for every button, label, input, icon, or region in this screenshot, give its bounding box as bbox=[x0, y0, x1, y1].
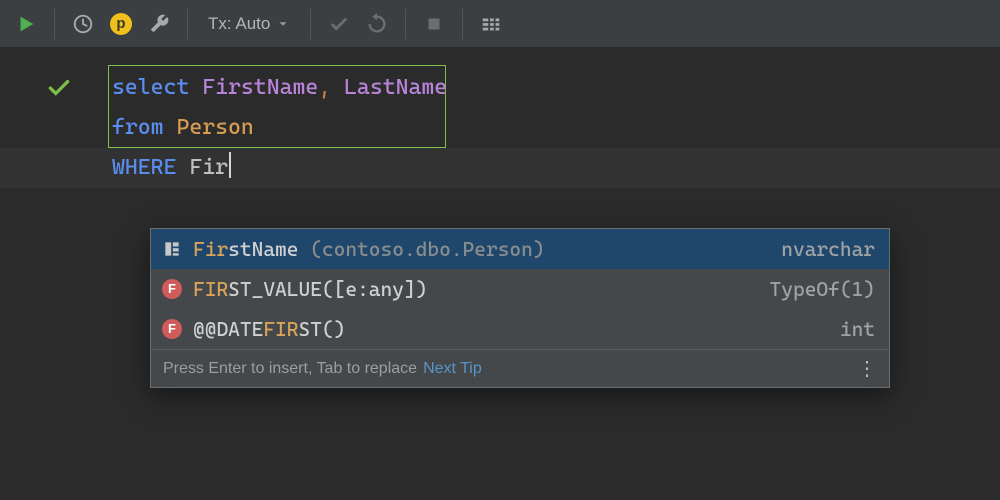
completion-type: TypeOf(1) bbox=[770, 277, 875, 301]
toolbar-separator bbox=[462, 9, 463, 39]
kw-select: select bbox=[112, 75, 189, 100]
gutter bbox=[0, 48, 95, 68]
toolbar-separator bbox=[310, 9, 311, 39]
tx-mode-dropdown[interactable]: Tx: Auto bbox=[198, 15, 300, 32]
more-menu-icon[interactable]: ⋮ bbox=[857, 365, 877, 373]
stop-icon bbox=[423, 13, 445, 35]
code-content[interactable]: select FirstName, LastName from Person W… bbox=[112, 68, 447, 188]
toolbar-separator bbox=[187, 9, 188, 39]
tbl-person: Person bbox=[176, 115, 253, 140]
commit-button bbox=[321, 6, 357, 42]
run-button[interactable] bbox=[8, 6, 44, 42]
rollback-button bbox=[359, 6, 395, 42]
data-view-button[interactable] bbox=[473, 6, 509, 42]
completion-item[interactable]: F FIRST_VALUE([e:any]) TypeOf(1) bbox=[151, 269, 889, 309]
statement-ok-icon bbox=[46, 74, 72, 106]
completion-type: int bbox=[840, 317, 875, 341]
completion-item[interactable]: FirstName (contoso.dbo.Person) nvarchar bbox=[151, 229, 889, 269]
check-icon bbox=[328, 13, 350, 35]
profile-button[interactable]: p bbox=[103, 6, 139, 42]
p-badge-icon: p bbox=[110, 13, 132, 35]
completion-type: nvarchar bbox=[781, 237, 875, 261]
completion-label: FIRST_VALUE([e:any]) bbox=[193, 277, 427, 301]
comma: , bbox=[318, 75, 331, 100]
toolbar: p Tx: Auto bbox=[0, 0, 1000, 48]
col-lastname: LastName bbox=[344, 75, 447, 100]
tx-mode-label: Tx: Auto bbox=[208, 15, 270, 32]
play-icon bbox=[15, 13, 37, 35]
wrench-icon bbox=[148, 13, 170, 35]
chevron-down-icon bbox=[276, 17, 290, 31]
column-icon bbox=[161, 238, 183, 260]
table-icon bbox=[480, 13, 502, 35]
typed-text: Fir bbox=[189, 155, 228, 180]
rollback-icon bbox=[366, 13, 388, 35]
next-tip-link[interactable]: Next Tip bbox=[423, 361, 482, 377]
completion-item[interactable]: F @@DATEFIRST() int bbox=[151, 309, 889, 349]
toolbar-separator bbox=[54, 9, 55, 39]
function-icon: F bbox=[161, 318, 183, 340]
toolbar-separator bbox=[405, 9, 406, 39]
history-button[interactable] bbox=[65, 6, 101, 42]
history-icon bbox=[72, 13, 94, 35]
text-caret bbox=[229, 152, 231, 178]
sql-editor[interactable]: select FirstName, LastName from Person W… bbox=[0, 48, 1000, 68]
completion-label: @@DATEFIRST() bbox=[193, 317, 345, 341]
function-icon: F bbox=[161, 278, 183, 300]
stop-button bbox=[416, 6, 452, 42]
col-firstname: FirstName bbox=[202, 75, 318, 100]
kw-from: from bbox=[112, 115, 164, 140]
completion-hint-bar: Press Enter to insert, Tab to replace Ne… bbox=[151, 349, 889, 387]
kw-where: WHERE bbox=[112, 155, 176, 180]
settings-button[interactable] bbox=[141, 6, 177, 42]
hint-text: Press Enter to insert, Tab to replace bbox=[163, 361, 417, 377]
completion-label: FirstName (contoso.dbo.Person) bbox=[193, 237, 545, 261]
completion-popup: FirstName (contoso.dbo.Person) nvarchar … bbox=[150, 228, 890, 388]
